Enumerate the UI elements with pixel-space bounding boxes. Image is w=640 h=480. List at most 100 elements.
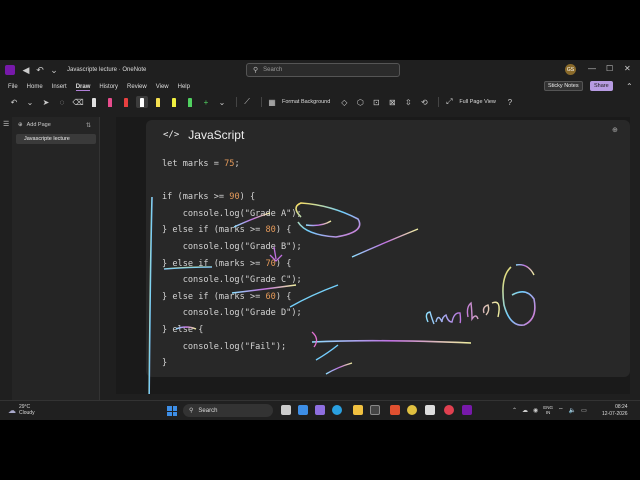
code-line: console.log("Grade D"); [162,308,302,319]
search-input[interactable]: ⚲ Search [246,63,400,77]
menu-help[interactable]: Help [178,84,190,90]
lasso-icon[interactable]: ◌ [56,96,68,108]
menu-draw[interactable]: Draw [75,84,91,91]
search-icon: ⚲ [189,408,194,414]
divider [261,97,262,107]
sticky-notes-button[interactable]: Sticky Notes [544,81,583,91]
title-bar: ◀ ↶ ⌄ Javascripte lecture · OneNote ⚲ Se… [0,60,640,80]
menu-view[interactable]: View [156,84,169,90]
page-list-item[interactable]: Javascripte lecture [16,134,96,144]
close-icon[interactable]: ✕ [624,64,631,73]
taskbar-search[interactable]: ⚲ Search [183,404,273,417]
language-region: IN [545,410,551,415]
ink-to-math-icon[interactable]: ⊠ [386,96,398,108]
pen-tool-3[interactable] [120,96,132,108]
clock-date: 12-07-2026 [602,410,628,417]
undo-icon[interactable]: ↶ [8,96,20,108]
code-icon: </> [163,130,180,140]
widgets-icon[interactable] [298,405,308,415]
clock[interactable]: 08:24 12-07-2026 [602,404,628,417]
app-icon[interactable] [425,405,435,415]
code-line: console.log("Fail"); [162,341,287,352]
menu-review[interactable]: Review [127,84,147,90]
menu-home[interactable]: Home [27,84,43,90]
pen-tool-2[interactable] [104,96,116,108]
onenote-window: ◀ ↶ ⌄ Javascripte lecture · OneNote ⚲ Se… [0,60,640,420]
chevron-down-icon[interactable]: ⌄ [216,96,228,108]
task-view-icon[interactable] [281,405,291,415]
chrome-icon[interactable] [407,405,417,415]
app-icon[interactable] [444,405,454,415]
left-nav-rail: ☰ [0,117,12,400]
taskbar: ☁ 29°C Cloudy ⚲ Search ⌃ ☁ ◉ ENG IN ⌔ 🔈 … [0,400,640,420]
format-background-button[interactable]: Format Background [282,99,330,105]
menu-insert[interactable]: Insert [52,84,67,90]
highlighter-tool-2[interactable] [168,96,180,108]
code-line: console.log("Grade A"); [162,208,302,219]
edge-icon[interactable] [332,405,342,415]
menu-history[interactable]: History [99,84,118,90]
menu-file[interactable]: File [8,84,18,90]
code-line: } [162,358,168,369]
ink-to-shape-icon[interactable]: ⬡ [354,96,366,108]
minimize-icon[interactable]: — [588,64,596,73]
search-icon: ⚲ [253,67,259,74]
undo-icon[interactable]: ↶ [33,63,47,77]
full-page-view-icon[interactable]: ⤢ [443,96,455,108]
wifi-icon[interactable]: ⌔ [558,406,564,414]
file-explorer-icon[interactable] [353,405,363,415]
expand-icon[interactable]: ⊕ [612,126,618,134]
page-list-panel: ⊕ Add Page ⇅ Javascripte lecture [12,117,100,400]
sort-icon[interactable]: ⇅ [86,122,91,129]
insert-space-icon[interactable]: ⇳ [402,96,414,108]
chevron-down-icon[interactable]: ⌄ [47,63,61,77]
code-line: } else if (marks >= 70) { [162,258,292,269]
full-page-view-button[interactable]: Full Page View [459,99,496,105]
ink-to-text-icon[interactable]: ⊡ [370,96,382,108]
divider [236,97,237,107]
back-icon[interactable]: ◀ [19,63,33,77]
ruler-icon[interactable]: ⟋ [241,96,253,108]
language-indicator[interactable]: ENG IN [543,405,553,415]
volume-icon[interactable]: 🔈 [569,407,576,414]
pen-tool-1[interactable] [88,96,100,108]
weather-desc: Cloudy [19,410,35,416]
highlighter-tool-1[interactable] [152,96,164,108]
vertical-scrollbar[interactable] [630,117,636,400]
add-pen-icon[interactable]: + [200,96,212,108]
windows-start-icon[interactable] [167,406,177,416]
eraser-icon[interactable]: ⌫ [72,96,84,108]
hamburger-icon[interactable]: ☰ [3,120,12,128]
help-icon[interactable]: ? [504,96,516,108]
format-background-icon[interactable]: ▦ [266,96,278,108]
shapes-icon[interactable]: ◇ [338,96,350,108]
code-block-header: </> JavaScript [163,128,244,142]
code-line: if (marks >= 90) { [162,192,256,203]
store-icon[interactable] [370,405,380,415]
avatar[interactable]: GS [565,64,576,75]
pen-tool-4[interactable] [136,96,148,108]
select-icon[interactable]: ➤ [40,96,52,108]
add-page-button[interactable]: ⊕ Add Page [18,122,51,128]
copilot-icon[interactable] [315,405,325,415]
battery-icon[interactable]: ▭ [581,407,587,414]
note-canvas[interactable]: </> JavaScript ⊕ let marks = 75; if (mar… [116,117,630,394]
draw-toolbar: ↶ ⌄ ➤ ◌ ⌫ + ⌄ ⟋ ▦ Format Background ◇ ⬡ … [0,94,640,110]
weather-widget[interactable]: ☁ 29°C Cloudy [8,404,35,416]
onenote-taskbar-icon[interactable] [462,405,472,415]
share-button[interactable]: Share [590,81,613,91]
cloud-sync-icon[interactable]: ☁ [522,407,528,414]
document-title: Javascripte lecture · OneNote [67,67,147,73]
brave-icon[interactable] [390,405,400,415]
maximize-icon[interactable]: ☐ [606,64,613,73]
replay-icon[interactable]: ⟲ [418,96,430,108]
chevron-up-icon[interactable]: ⌃ [512,407,517,414]
chevron-down-icon[interactable]: ⌄ [24,96,36,108]
ribbon-collapse-icon[interactable]: ⌃ [626,82,633,91]
pen-tool-5[interactable] [184,96,196,108]
cloud-icon: ☁ [8,405,16,415]
code-line: } else if (marks >= 80) { [162,225,292,236]
taskbar-search-label: Search [198,407,218,414]
code-block: let marks = 75; if (marks >= 90) { conso… [162,156,302,372]
camera-icon[interactable]: ◉ [533,407,538,414]
